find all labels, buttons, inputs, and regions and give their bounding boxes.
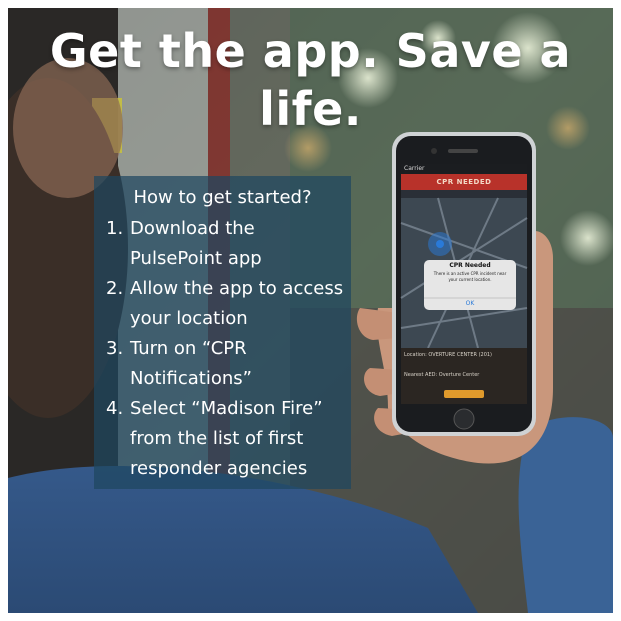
headline-line-2: life. [259,82,362,136]
step-text-line: from the list of first [130,428,304,449]
instructions-panel: How to get started? 1. Download the Puls… [94,176,351,489]
phone-location-label: Location: OVERTURE CENTER (201) [404,352,493,358]
step-number: 3. [106,338,124,359]
step-text-line: Allow the app to access [130,278,344,299]
step-4: 4. Select “Madison Fire” from the list o… [106,394,351,484]
promo-image: Carrier CPR NEEDED CPR Needed There is a… [8,8,613,613]
phone-aed-label: Nearest AED: Overture Center [404,372,480,378]
step-text-line: Select “Madison Fire” [130,398,323,419]
step-text-line: responder agencies [130,458,308,479]
phone-status-carrier: Carrier [404,165,425,172]
step-text: Select “Madison Fire” from the list of f… [130,394,323,484]
headline: Get the app. Save a life. [8,22,613,138]
step-text: Allow the app to access your location [130,274,343,334]
phone-alert-body-line1: There is an active CPR incident near [433,271,507,276]
step-text: Download the PulsePoint app [130,214,262,274]
phone-alert-body: There is an active CPR incident near you… [426,271,514,283]
step-text: Turn on “CPR Notifications” [130,334,252,394]
step-text-line: Notifications” [130,368,252,389]
phone-alert-ok-button: OK [465,300,475,307]
step-number: 4. [106,398,124,419]
instructions-title: How to get started? [133,187,312,208]
step-1: 1. Download the PulsePoint app [106,214,351,274]
step-text-line: your location [130,308,248,329]
step-number: 2. [106,278,124,299]
step-text-line: PulsePoint app [130,248,262,269]
phone-alert-body-line2: your current location. [448,277,492,282]
instructions-steps: 1. Download the PulsePoint app 2. Allow … [94,214,351,484]
phone-alert-title: CPR Needed [449,262,491,269]
step-2: 2. Allow the app to access your location [106,274,351,334]
step-3: 3. Turn on “CPR Notifications” [106,334,351,394]
step-text-line: Download the [130,218,255,239]
headline-line-1: Get the app. Save a [49,24,572,78]
phone-app-header: CPR NEEDED [436,178,492,186]
step-number: 1. [106,218,124,239]
step-text-line: Turn on “CPR [130,338,247,359]
